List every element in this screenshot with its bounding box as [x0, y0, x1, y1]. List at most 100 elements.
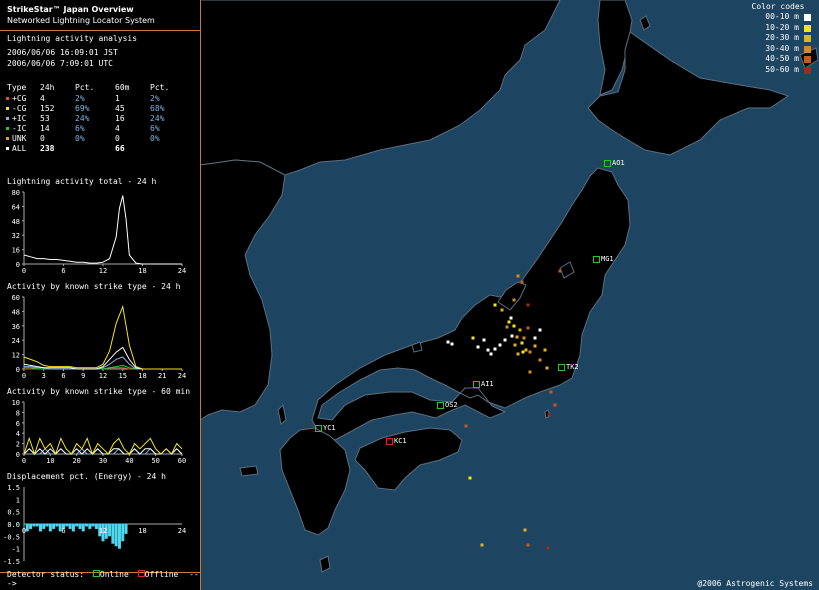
detector-os2[interactable]: OS2 [437, 401, 458, 409]
x-tick-label: 18 [138, 267, 146, 275]
y-tick-label: 8 [16, 409, 20, 417]
displacement-bar [71, 524, 75, 532]
strike-mark [547, 413, 551, 417]
strike-mark [476, 345, 480, 349]
detector-status-icon [558, 363, 565, 371]
copyright: @2006 Astrogenic Systems [697, 579, 813, 588]
displacement-bar [55, 524, 59, 527]
type-swatch-icon [6, 127, 9, 130]
displacement-bar [52, 524, 56, 529]
series-line [23, 195, 182, 265]
chart-title-total24: Lightning activity total - 24 h [7, 177, 157, 186]
stats-count-60m: 45 [115, 104, 125, 113]
stats-count-60m: 66 [115, 144, 125, 153]
chart-title-type24: Activity by known strike type - 24 h [7, 282, 181, 291]
strike-mark [545, 366, 549, 370]
legend-swatch [804, 14, 811, 21]
displacement-bar [45, 524, 49, 527]
legend-swatch [804, 56, 811, 63]
y-tick-label: 80 [12, 189, 20, 197]
stats-row: ALL 238 66 [6, 144, 197, 154]
y-tick-label: 12 [12, 352, 20, 360]
detector-status-icon [593, 255, 600, 263]
stats-row: -IC 14 6% 4 6% [6, 124, 197, 134]
strike-mark [515, 335, 519, 339]
displacement-bar [32, 524, 36, 527]
chart-title-type60: Activity by known strike type - 60 min [7, 387, 191, 396]
stats-count-24h: 238 [40, 144, 55, 153]
strike-mark [518, 328, 522, 332]
strike-mark [523, 528, 527, 532]
detector-yc1[interactable]: YC1 [315, 424, 336, 432]
detector-ao1[interactable]: AO1 [604, 159, 625, 167]
y-tick-label: 0 [16, 261, 20, 269]
x-tick-label: 0 [22, 267, 26, 275]
strike-mark [528, 350, 532, 354]
legend-swatch [804, 24, 811, 32]
y-tick-label: 16 [12, 247, 20, 255]
strike-mark [500, 308, 504, 312]
stats-row: +CG 4 2% 1 2% [6, 94, 197, 104]
offline-icon [137, 570, 145, 577]
x-tick-label: 20 [72, 457, 80, 465]
detector-mg1[interactable]: MG1 [593, 255, 614, 263]
strike-mark [533, 344, 537, 348]
strike-mark [520, 341, 524, 345]
strike-mark [512, 298, 516, 302]
stats-row: +IC 53 24% 16 24% [6, 114, 197, 124]
legend-item: 40-50 m [743, 54, 813, 65]
x-tick-label: 24 [178, 372, 186, 380]
detector-status-icon [473, 380, 480, 388]
x-tick-label: 30 [99, 457, 107, 465]
app-subtitle: Networked Lightning Locator System [7, 16, 155, 25]
stats-count-60m: 1 [115, 94, 120, 103]
displacement-bar [94, 524, 98, 529]
x-tick-label: 3 [42, 372, 46, 380]
stats-count-60m: 0 [115, 134, 120, 143]
displacement-bar [42, 524, 46, 529]
displacement-bar [68, 524, 72, 529]
legend-item: 50-60 m [743, 65, 813, 76]
stats-type: UNK [12, 134, 27, 143]
y-tick-label: -1.5 [3, 558, 20, 566]
x-tick-label: 21 [158, 372, 166, 380]
stats-pct-60m: 6% [150, 124, 160, 133]
stats-pct-60m: 24% [150, 114, 165, 123]
displacement-bar [85, 524, 89, 527]
strike-mark [493, 347, 497, 351]
displacement-bar [111, 524, 115, 544]
detector-tk2[interactable]: TK2 [558, 363, 579, 371]
stats-count-60m: 4 [115, 124, 120, 133]
y-tick-label: 48 [12, 308, 20, 316]
chart-title-displacement: Displacement pct. (Energy) - 24 h [7, 472, 166, 481]
x-tick-label: 24 [178, 527, 186, 535]
strike-mark [516, 352, 520, 356]
series-line [24, 356, 182, 370]
detector-status-icon [437, 401, 444, 409]
y-tick-label: -0.5 [3, 533, 20, 541]
strike-mark [510, 334, 514, 338]
detector-status-icon [604, 159, 611, 167]
stats-pct-60m: 0% [150, 134, 160, 143]
stats-type: ALL [12, 144, 27, 153]
strike-mark [526, 326, 530, 330]
strike-mark [507, 320, 511, 324]
strike-mark [558, 269, 562, 273]
x-tick-label: 0 [22, 527, 26, 535]
x-tick-label: 9 [81, 372, 85, 380]
legend-item: 10-20 m [743, 23, 813, 34]
detector-ai1[interactable]: AI1 [473, 380, 494, 388]
detector-kc1[interactable]: KC1 [386, 437, 407, 445]
stats-count-24h: 0 [40, 134, 45, 143]
displacement-bar [35, 524, 39, 527]
x-tick-label: 6 [61, 527, 65, 535]
strike-mark [471, 336, 475, 340]
stats-type: +CG [12, 94, 27, 103]
stats-header: Type 24h Pct. 60m Pct. [7, 83, 170, 92]
stats-pct-24h: 0% [75, 134, 85, 143]
type-swatch-icon [6, 147, 9, 150]
y-tick-label: 24 [12, 337, 20, 345]
chart-type-24h: 604836241200 3 6 9 12 15 18 21 24 [12, 294, 187, 380]
strike-mark [526, 543, 530, 547]
x-tick-label: 15 [119, 372, 127, 380]
